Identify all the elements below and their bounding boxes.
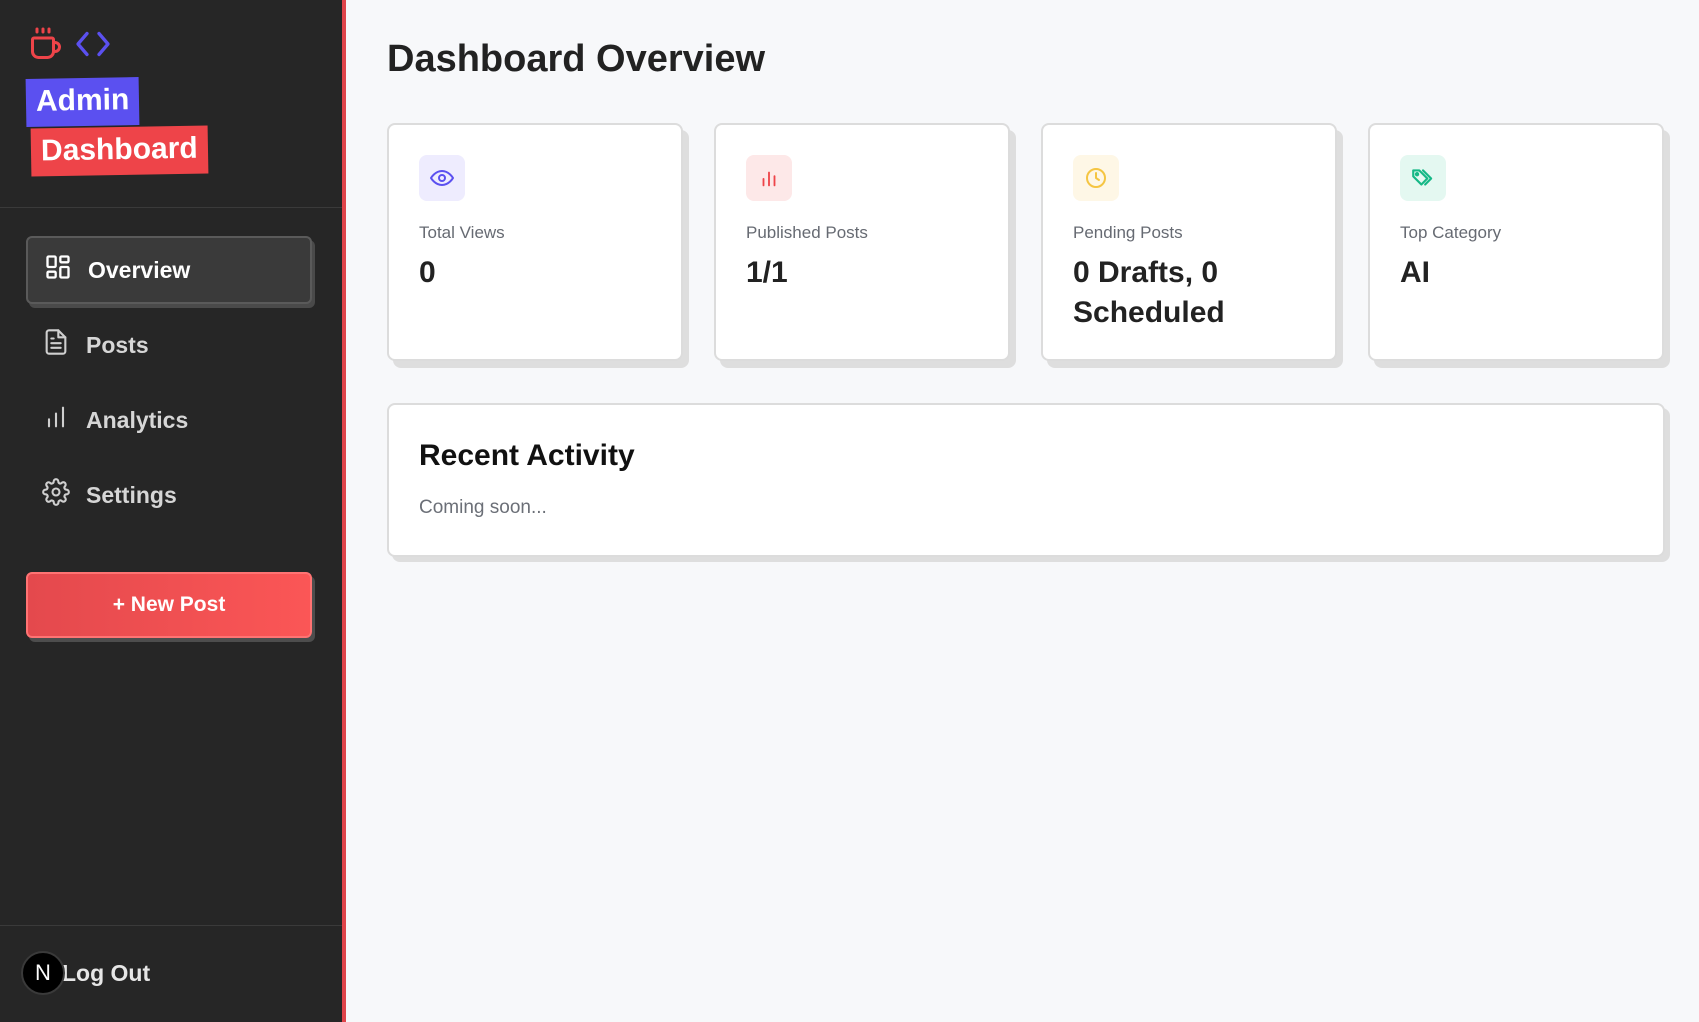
- stat-label: Total Views: [419, 223, 505, 242]
- sidebar-item-posts[interactable]: Posts: [26, 311, 312, 379]
- sidebar-item-settings[interactable]: Settings: [26, 461, 312, 529]
- stat-value: 0: [419, 256, 436, 289]
- stat-card-pending-posts: Pending Posts 0 Drafts, 0 Scheduled: [1041, 123, 1337, 361]
- logout-button[interactable]: Log Out: [62, 960, 150, 987]
- sidebar-divider: [0, 207, 342, 208]
- brand-badge-dashboard: Dashboard: [30, 125, 209, 177]
- bar-chart-icon: [42, 403, 70, 437]
- sidebar-nav: Overview Posts Analytics Settings: [26, 236, 312, 536]
- sidebar-divider: [0, 925, 342, 926]
- code-brackets-icon: [74, 29, 112, 64]
- sidebar-item-label: Settings: [86, 481, 177, 508]
- sidebar-item-overview[interactable]: Overview: [26, 236, 312, 304]
- layout-grid-icon: [44, 253, 72, 287]
- sidebar: Admin Dashboard Overview Posts Analytics…: [0, 0, 346, 1022]
- tags-icon: [1400, 155, 1446, 201]
- stat-value: 0 Drafts, 0 Scheduled: [1073, 256, 1225, 329]
- document-icon: [42, 328, 70, 362]
- stat-label: Published Posts: [746, 223, 868, 242]
- stat-label: Top Category: [1400, 223, 1502, 242]
- avatar[interactable]: N: [21, 951, 65, 995]
- sidebar-item-label: Overview: [88, 256, 191, 283]
- sidebar-item-label: Posts: [86, 331, 149, 358]
- stat-value: AI: [1400, 256, 1430, 289]
- brand-logo[interactable]: [28, 26, 112, 67]
- gear-icon: [42, 478, 70, 512]
- stat-card-published-posts: Published Posts 1/1: [714, 123, 1010, 361]
- new-post-button[interactable]: + New Post: [26, 572, 312, 638]
- clock-icon: [1073, 155, 1119, 201]
- eye-icon: [419, 155, 465, 201]
- recent-activity-panel: Recent Activity Coming soon...: [387, 403, 1665, 557]
- stat-card-total-views: Total Views 0: [387, 123, 683, 361]
- sidebar-item-label: Analytics: [86, 406, 189, 433]
- stat-card-top-category: Top Category AI: [1368, 123, 1664, 361]
- brand-badge-admin: Admin: [25, 77, 140, 127]
- bar-chart-icon: [746, 155, 792, 201]
- section-title: Recent Activity: [419, 439, 635, 472]
- activity-placeholder-text: Coming soon...: [419, 497, 547, 518]
- sidebar-item-analytics[interactable]: Analytics: [26, 386, 312, 454]
- page-title: Dashboard Overview: [387, 38, 766, 80]
- stat-label: Pending Posts: [1073, 223, 1183, 242]
- coffee-cup-icon: [28, 26, 64, 67]
- stat-value: 1/1: [746, 256, 788, 289]
